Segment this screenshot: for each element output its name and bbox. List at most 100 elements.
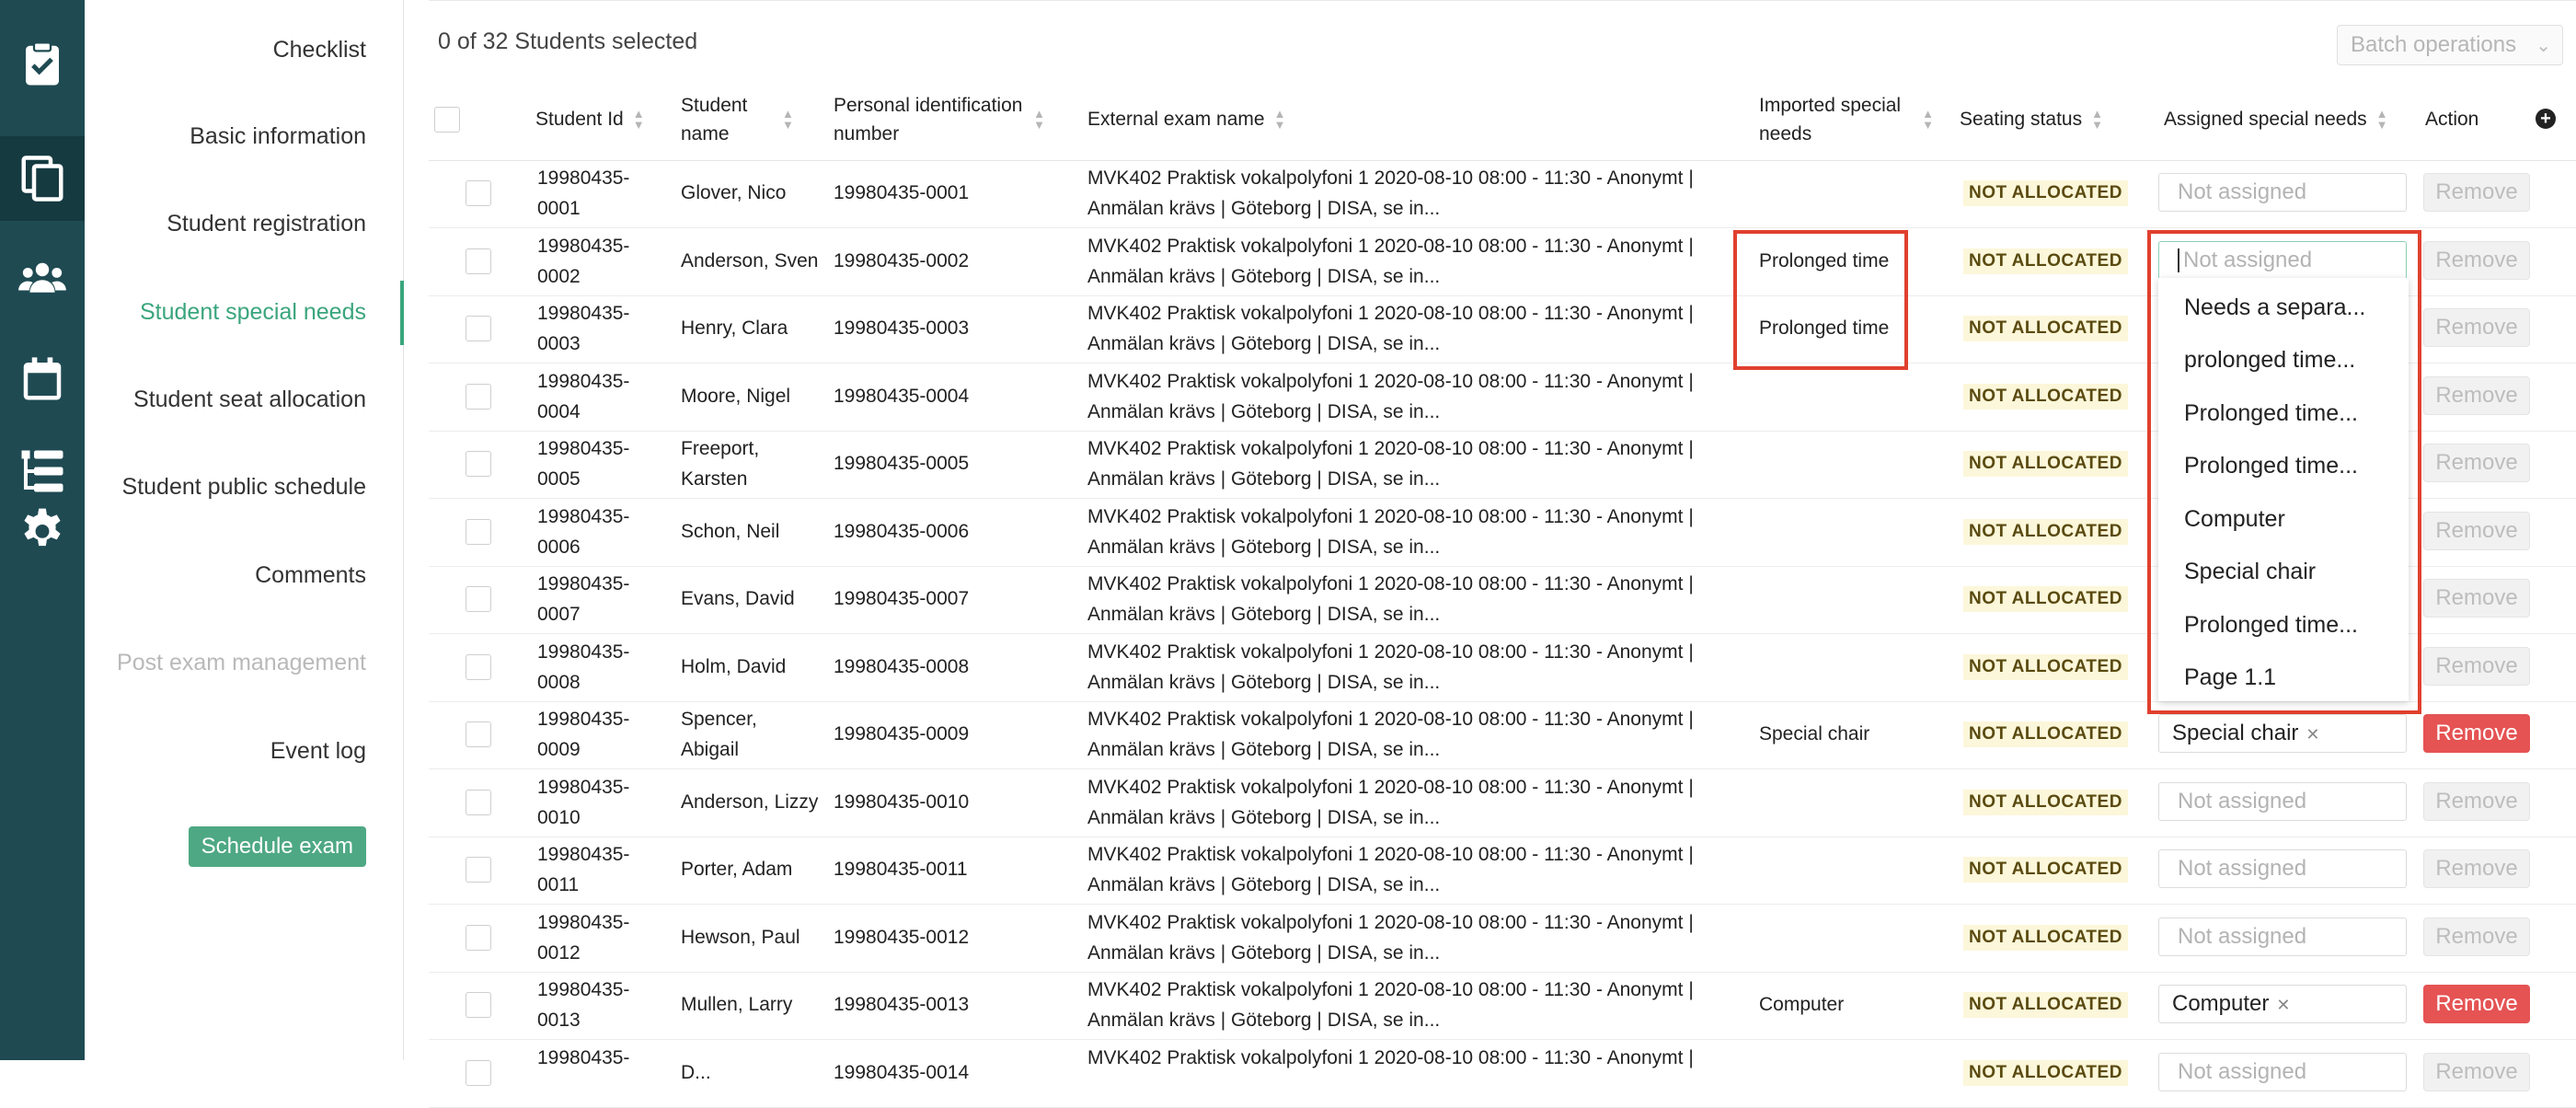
assigned-needs-select[interactable]: Not assigned [2158,173,2407,212]
student-id-line2: 0007 [537,604,581,625]
table-row[interactable]: 19980435- 0001 Glover, Nico 19980435-0001 MV… [429,160,2576,228]
seating-status-badge: NOT ALLOCATED [1963,924,2128,951]
row-checkbox[interactable] [466,789,491,815]
student-id: 19980435- 0010 [537,772,629,833]
row-checkbox[interactable] [466,518,491,545]
column-header-pin[interactable]: Personal identification number ▲ ▼ [834,79,1045,160]
nav-item-comments[interactable]: Comments [255,562,366,589]
student-id: 19980435- 0009 [537,704,629,765]
student-id: 19980435- 0005 [537,433,629,494]
nav-item-student-special-needs[interactable]: Student special needs [140,299,366,326]
assigned-needs-select[interactable]: Not assigned [2158,1052,2407,1091]
column-header-imported[interactable]: Imported special needs ▲ ▼ [1759,79,1934,160]
calendar-icon [23,357,62,400]
row-checkbox[interactable] [466,1059,491,1086]
exam-name-line1: MVK402 Praktisk vokalpolyfoni 1 2020-08-… [1087,911,1694,933]
column-header-exam[interactable]: External exam name ▲ ▼ [1087,79,1285,160]
personal-id-number: 19980435-0006 [834,520,970,542]
row-checkbox[interactable] [466,721,491,747]
assigned-needs-select[interactable]: Not assigned [2158,849,2407,888]
assigned-needs-select[interactable]: Computer ✕ [2158,985,2407,1023]
nav-item-basic-information[interactable]: Basic information [190,123,366,150]
assigned-needs-select[interactable]: Not assigned [2158,917,2407,956]
table-header: Student Id ▲ ▼ Student name ▲ ▼ Personal ide… [429,79,2576,161]
assigned-needs-select[interactable]: Not assigned [2158,781,2407,821]
select-all-checkbox[interactable] [434,107,460,133]
exam-name-line2: Anmälan krävs | Göteborg | DISA, se in..… [1087,874,1441,895]
row-checkbox[interactable] [466,857,491,883]
row-checkbox[interactable] [466,248,491,274]
seating-status-badge: NOT ALLOCATED [1963,721,2128,747]
table-row[interactable]: 19980435- 0012 Hewson, Paul 19980435-0012 MV… [429,905,2576,973]
exam-rail-button[interactable] [0,136,85,221]
student-id-line2: 0011 [537,874,580,895]
table-row[interactable]: 19980435- D... 19980435-0014 MVK402 Praktis… [429,1040,2576,1108]
column-label: Student Id [535,109,624,131]
exam-name: MVK402 Praktisk vokalpolyfoni 1 2020-08-… [1087,502,1731,562]
row-checkbox[interactable] [466,316,491,341]
row-checkbox[interactable] [466,992,491,1018]
student-name-line1: Spencer, [681,709,757,730]
remove-tag-icon[interactable]: ✕ [2276,996,2290,1014]
row-checkbox[interactable] [466,383,491,410]
remove-button: Remove [2423,849,2530,888]
student-id: 19980435- 0007 [537,569,629,629]
batch-operations-select[interactable]: Batch operations ⌄ [2337,25,2563,65]
remove-button: Remove [2423,1052,2530,1091]
column-header-action: Action [2425,79,2478,160]
exam-name: MVK402 Praktisk vokalpolyfoni 1 2020-08-… [1087,163,1731,224]
exam-name-line2: Anmälan krävs | Göteborg | DISA, se in..… [1087,333,1441,354]
exam-name: MVK402 Praktisk vokalpolyfoni 1 2020-08-… [1087,704,1731,765]
remove-button[interactable]: Remove [2423,985,2530,1023]
checklist-rail-button[interactable] [0,22,85,107]
exam-name-line1: MVK402 Praktisk vokalpolyfoni 1 2020-08-… [1087,844,1694,865]
personal-id-number: 19980435-0005 [834,453,970,474]
nav-item-student-registration[interactable]: Student registration [167,211,366,237]
nav-item-event-log[interactable]: Event log [270,738,366,765]
row-checkbox[interactable] [466,586,491,612]
table-row[interactable]: 19980435- 0013 Mullen, Larry 19980435-0013 M… [429,972,2576,1040]
add-column-icon[interactable]: + [2536,109,2556,129]
remove-tag-icon[interactable]: ✕ [2306,725,2319,744]
assigned-needs-select[interactable]: Special chair ✕ [2158,714,2407,753]
row-checkbox[interactable] [466,924,491,951]
schedule-exam-button[interactable]: Schedule exam [188,826,366,867]
student-id-line1: 19980435- [537,303,630,324]
table-row[interactable]: 19980435- 0010 Anderson, Lizzy 19980435-001… [429,769,2576,837]
exam-name-line2: Anmälan krävs | Göteborg | DISA, se in..… [1087,468,1441,490]
column-header-seating[interactable]: Seating status ▲ ▼ [1960,79,2103,160]
selected-count: 0 of 32 Students selected [438,29,698,54]
student-name: Evans, David [681,588,795,609]
row-checkbox[interactable] [466,180,491,206]
remove-button[interactable]: Remove [2423,714,2530,753]
row-checkbox[interactable] [466,653,491,680]
chevron-down-icon: ⌄ [2536,36,2551,56]
calendar-rail-button[interactable] [0,337,85,421]
column-header-assigned[interactable]: Assigned special needs ▲ ▼ [2164,79,2388,160]
students-rail-button[interactable] [0,236,85,320]
student-name: Anderson, Sven [681,249,819,271]
column-header-student-name[interactable]: Student name ▲ ▼ [681,79,819,160]
student-id-line2: 0008 [537,671,581,693]
personal-id-number: 19980435-0003 [834,317,970,339]
settings-rail-button[interactable] [0,486,85,571]
assigned-need-label: Computer [2172,991,2270,1016]
sort-icon: ▲ ▼ [1922,107,1934,132]
batch-operations-placeholder: Batch operations [2351,32,2517,57]
table-row[interactable]: 19980435- 0011 Porter, Adam 19980435-0011 MV… [429,837,2576,905]
imported-special-need: Computer [1759,994,1845,1015]
student-id-line2: 0002 [537,265,581,287]
row-checkbox[interactable] [466,451,491,477]
student-name: Anderson, Lizzy [681,791,819,813]
student-id: 19980435- 0001 [537,163,629,224]
personal-id-number: 19980435-0014 [834,1061,970,1083]
gear-icon [24,508,61,547]
seating-status-badge: NOT ALLOCATED [1963,789,2128,815]
nav-item-student-public-schedule[interactable]: Student public schedule [122,474,366,501]
student-id: 19980435- 0006 [537,502,629,562]
nav-item-checklist[interactable]: Checklist [273,37,366,63]
student-id-line2: 0003 [537,333,581,354]
remove-button: Remove [2423,444,2530,482]
column-header-student-id[interactable]: Student Id ▲ ▼ [535,79,645,160]
nav-item-student-seat-allocation[interactable]: Student seat allocation [133,387,366,413]
